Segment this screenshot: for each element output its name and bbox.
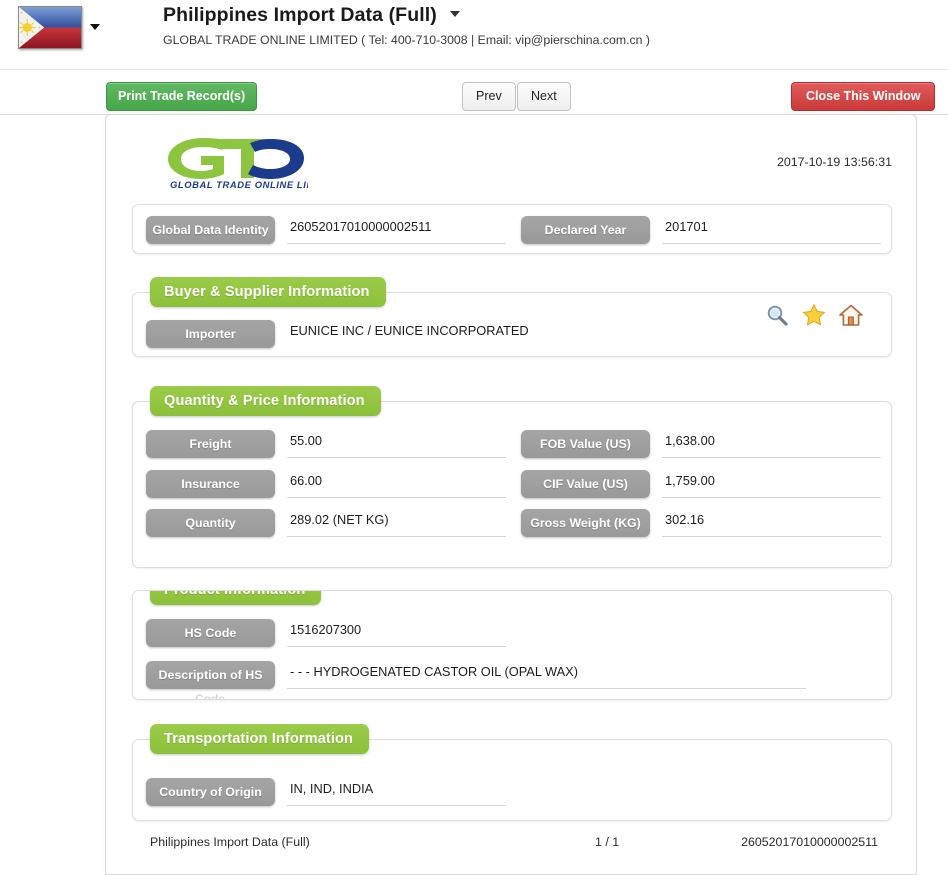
country-of-origin-value: IN, IND, INDIA xyxy=(287,778,506,806)
document-logo-row: GLOBAL TRADE ONLINE LIMITED 2017-10-19 1… xyxy=(106,115,916,195)
declared-year-value: 201701 xyxy=(662,216,881,244)
gross-weight-value: 302.16 xyxy=(662,509,881,537)
fob-value-label: FOB Value (US) xyxy=(521,430,650,458)
insurance-label: Insurance xyxy=(146,470,275,498)
hs-code-label: HS Code xyxy=(146,619,275,647)
cif-value-label: CIF Value (US) xyxy=(521,470,650,498)
quantity-label: Quantity xyxy=(146,509,275,537)
next-button[interactable]: Next xyxy=(517,82,571,111)
gross-weight-label: Gross Weight (KG) xyxy=(521,509,650,537)
page-title: Philippines Import Data (Full) xyxy=(163,4,437,26)
star-icon[interactable] xyxy=(802,303,826,327)
print-trade-records-button[interactable]: Print Trade Record(s) xyxy=(106,82,258,111)
fob-value: 1,638.00 xyxy=(662,430,881,458)
gto-logo-graphic: GLOBAL TRADE ONLINE LIMITED xyxy=(168,138,308,190)
buyer-supplier-section-title: Buyer & Supplier Information xyxy=(150,277,386,307)
home-icon[interactable] xyxy=(839,303,863,327)
title-group: Philippines Import Data (Full) xyxy=(163,4,461,27)
product-information-section-title: Product Information xyxy=(150,591,322,605)
freight-value: 55.00 xyxy=(287,430,506,458)
product-information-panel: Product Information HS Code 1516207300 D… xyxy=(132,590,892,700)
svg-text:GLOBAL TRADE ONLINE LIMITED: GLOBAL TRADE ONLINE LIMITED xyxy=(170,179,308,190)
philippines-flag-icon[interactable] xyxy=(18,6,82,49)
country-of-origin-label: Country of Origin xyxy=(146,778,275,806)
transportation-panel: Transportation Information Country of Or… xyxy=(132,724,892,821)
transportation-section-title: Transportation Information xyxy=(150,724,370,754)
quantity-price-panel: Quantity & Price Information Freight 55.… xyxy=(132,386,892,568)
footer-page-number: 1 / 1 xyxy=(595,835,620,849)
record-timestamp: 2017-10-19 13:56:31 xyxy=(776,155,892,169)
declared-year-label: Declared Year xyxy=(521,216,650,244)
freight-label: Freight xyxy=(146,430,275,458)
identity-panel: Global Data Identity 2605201701000000251… xyxy=(132,204,892,254)
app-header: Philippines Import Data (Full) GLOBAL TR… xyxy=(0,0,948,70)
description-of-hs-value: - - - HYDROGENATED CASTOR OIL (OPAL WAX) xyxy=(287,661,806,689)
importer-label: Importer xyxy=(146,320,275,348)
trade-record-sheet: GLOBAL TRADE ONLINE LIMITED 2017-10-19 1… xyxy=(105,114,917,875)
record-action-icons xyxy=(765,303,863,327)
description-of-hs-label: Description of HS xyxy=(146,661,275,689)
global-data-identity-value: 26052017010000002511 xyxy=(287,216,506,244)
footer-record-id: 26052017010000002511 xyxy=(741,835,878,849)
company-subtitle: GLOBAL TRADE ONLINE LIMITED ( Tel: 400-7… xyxy=(163,33,651,47)
prev-button[interactable]: Prev xyxy=(462,82,516,111)
search-icon[interactable] xyxy=(765,303,789,327)
cif-value: 1,759.00 xyxy=(662,470,881,498)
quantity-price-section-title: Quantity & Price Information xyxy=(150,386,381,416)
insurance-value: 66.00 xyxy=(287,470,506,498)
title-dropdown-caret-icon[interactable] xyxy=(450,11,461,17)
flag-dropdown-caret-icon[interactable] xyxy=(90,24,100,30)
buyer-supplier-panel: Buyer & Supplier Information Importer EU… xyxy=(132,277,892,357)
flag-graphic xyxy=(19,7,81,48)
footer-dataset-name: Philippines Import Data (Full) xyxy=(150,835,310,849)
gto-logo: GLOBAL TRADE ONLINE LIMITED xyxy=(158,132,308,190)
hs-code-value: 1516207300 xyxy=(287,619,506,647)
quantity-value: 289.02 (NET KG) xyxy=(287,509,506,537)
clipped-code-text: Code xyxy=(195,692,225,700)
document-footer: Philippines Import Data (Full) 1 / 1 260… xyxy=(106,835,916,865)
global-data-identity-label: Global Data Identity xyxy=(146,216,275,244)
close-window-button[interactable]: Close This Window xyxy=(791,82,936,111)
importer-value: EUNICE INC / EUNICE INCORPORATED xyxy=(290,323,529,338)
